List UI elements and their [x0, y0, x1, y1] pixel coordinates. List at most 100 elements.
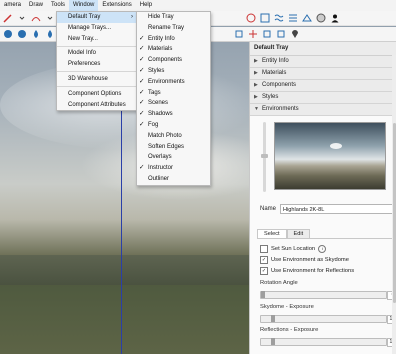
menu-item-label: Component Options: [68, 90, 122, 97]
drop-icon[interactable]: [30, 29, 41, 40]
menu-separator: [57, 71, 137, 73]
scale-icon[interactable]: [259, 13, 270, 24]
menu-item-styles[interactable]: ✓ Styles: [137, 66, 210, 77]
skydome-exposure-slider[interactable]: [260, 315, 387, 323]
menu-item-outliner[interactable]: Outliner: [137, 174, 210, 185]
set-sun-location-checkbox[interactable]: [260, 245, 268, 253]
use-skydome-label: Use Environment as Skydome: [271, 257, 349, 263]
menu-item-label: Materials: [148, 46, 173, 53]
menu-item-components[interactable]: ✓ Components: [137, 55, 210, 66]
menu-item-environments[interactable]: ✓ Environments: [137, 77, 210, 88]
menu-item-label: Component Attributes: [68, 101, 126, 108]
menu-item-instructor[interactable]: ✓ Instructor: [137, 163, 210, 174]
use-reflections-checkbox[interactable]: ✓: [260, 267, 268, 275]
reflections-exposure-slider[interactable]: [260, 338, 387, 346]
window-menu: Default Tray › Manage Trays... New Tray..…: [56, 11, 138, 112]
check-icon: ✓: [139, 45, 145, 53]
menu-item-fog[interactable]: ✓ Fog: [137, 120, 210, 131]
slider-knob[interactable]: [261, 291, 265, 298]
cube-icon[interactable]: [275, 29, 286, 40]
move-icon[interactable]: [245, 13, 256, 24]
chevron-right-icon: ▶: [254, 94, 258, 100]
tab-edit[interactable]: Edit: [286, 229, 311, 238]
chevron-right-icon: ▶: [254, 70, 258, 76]
slider-knob[interactable]: [271, 315, 275, 322]
menu-item-materials[interactable]: ✓ Materials: [137, 44, 210, 55]
menu-item-component-options[interactable]: Component Options: [57, 89, 137, 100]
chevron-down-icon[interactable]: [16, 13, 27, 24]
menu-help[interactable]: Help: [136, 0, 156, 11]
drop-icon[interactable]: [44, 29, 55, 40]
preview-size-slider[interactable]: [261, 122, 268, 192]
section-icon[interactable]: [247, 29, 258, 40]
check-icon: ✓: [139, 88, 145, 96]
section-styles[interactable]: ▶ Styles: [250, 92, 396, 104]
slider-knob[interactable]: [261, 154, 268, 158]
use-skydome-checkbox[interactable]: ✓: [260, 256, 268, 264]
check-icon: ✓: [139, 120, 145, 128]
menu-item-shadows[interactable]: ✓ Shadows: [137, 109, 210, 120]
menu-item-manage-trays[interactable]: Manage Trays...: [57, 23, 137, 34]
reflections-exposure-label: Reflections - Exposure: [260, 327, 319, 333]
menu-item-rename-tray[interactable]: Rename Tray: [137, 23, 210, 34]
menu-tools[interactable]: Tools: [47, 0, 69, 11]
offset-icon[interactable]: [287, 13, 298, 24]
menu-draw[interactable]: Draw: [25, 0, 47, 11]
cube-icon[interactable]: [233, 29, 244, 40]
default-tray-submenu: Hide Tray Rename Tray ✓ Entity Info ✓ Mate…: [136, 11, 211, 186]
pencil-icon[interactable]: [2, 13, 13, 24]
menu-item-label: 3D Warehouse: [68, 75, 108, 82]
tape-icon[interactable]: [315, 13, 326, 24]
menu-separator: [57, 86, 137, 88]
menu-item-hide-tray[interactable]: Hide Tray: [137, 12, 210, 23]
menu-item-entity-info[interactable]: ✓ Entity Info: [137, 34, 210, 45]
menu-item-scenes[interactable]: ✓ Scenes: [137, 98, 210, 109]
menu-extensions[interactable]: Extensions: [98, 0, 135, 11]
menu-item-default-tray[interactable]: Default Tray ›: [57, 12, 137, 23]
chevron-down-icon: ▼: [254, 106, 259, 112]
paint-icon[interactable]: [301, 13, 312, 24]
chevron-down-icon[interactable]: [44, 13, 55, 24]
sphere-icon[interactable]: [2, 29, 13, 40]
rotation-angle-slider[interactable]: [260, 291, 387, 299]
user-icon[interactable]: [329, 13, 340, 24]
check-icon: ✓: [139, 110, 145, 118]
section-label: Environments: [262, 106, 299, 112]
location-pin-icon[interactable]: [289, 29, 300, 40]
menu-item-match-photo[interactable]: Match Photo: [137, 131, 210, 142]
menu-item-soften-edges[interactable]: Soften Edges: [137, 142, 210, 153]
cube-icon[interactable]: [261, 29, 272, 40]
section-environments[interactable]: ▼ Environments: [250, 104, 396, 116]
section-entity-info[interactable]: ▶ Entity Info: [250, 56, 396, 68]
menu-item-label: Outliner: [148, 175, 170, 182]
check-icon: ✓: [139, 164, 145, 172]
menu-item-preferences[interactable]: Preferences: [57, 59, 137, 70]
menu-item-model-info[interactable]: Model Info: [57, 48, 137, 59]
environment-name-field[interactable]: Highlands 2K-8L: [280, 204, 396, 214]
menu-item-tags[interactable]: ✓ Tags: [137, 88, 210, 99]
name-label: Name: [260, 206, 277, 212]
section-materials[interactable]: ▶ Materials: [250, 68, 396, 80]
info-icon[interactable]: i: [318, 245, 327, 253]
menu-camera[interactable]: amera: [0, 0, 25, 11]
skydome-exposure-label: Skydome - Exposure: [260, 304, 314, 310]
menu-item-label: Components: [148, 57, 183, 64]
menu-window[interactable]: Window: [69, 0, 99, 11]
tab-divider: [257, 238, 393, 239]
menu-item-new-tray[interactable]: New Tray...: [57, 34, 137, 45]
tray-scrollbar[interactable]: [392, 55, 396, 354]
slider-knob[interactable]: [271, 338, 275, 345]
arc-icon[interactable]: [30, 13, 41, 24]
menu-item-label: Rename Tray: [148, 24, 185, 31]
check-icon: ✓: [139, 99, 145, 107]
sphere-icon[interactable]: [16, 29, 27, 40]
environment-preview-image: [274, 122, 386, 190]
menu-item-overlays[interactable]: Overlays: [137, 152, 210, 163]
menu-item-3d-warehouse[interactable]: 3D Warehouse: [57, 74, 137, 85]
pattern-icon[interactable]: [273, 13, 284, 24]
menu-item-component-attributes[interactable]: Component Attributes: [57, 100, 137, 111]
menu-item-label: Model Info: [68, 50, 97, 57]
tab-select[interactable]: Select: [257, 229, 287, 238]
section-components[interactable]: ▶ Components: [250, 80, 396, 92]
menu-item-label: Fog: [148, 121, 159, 128]
